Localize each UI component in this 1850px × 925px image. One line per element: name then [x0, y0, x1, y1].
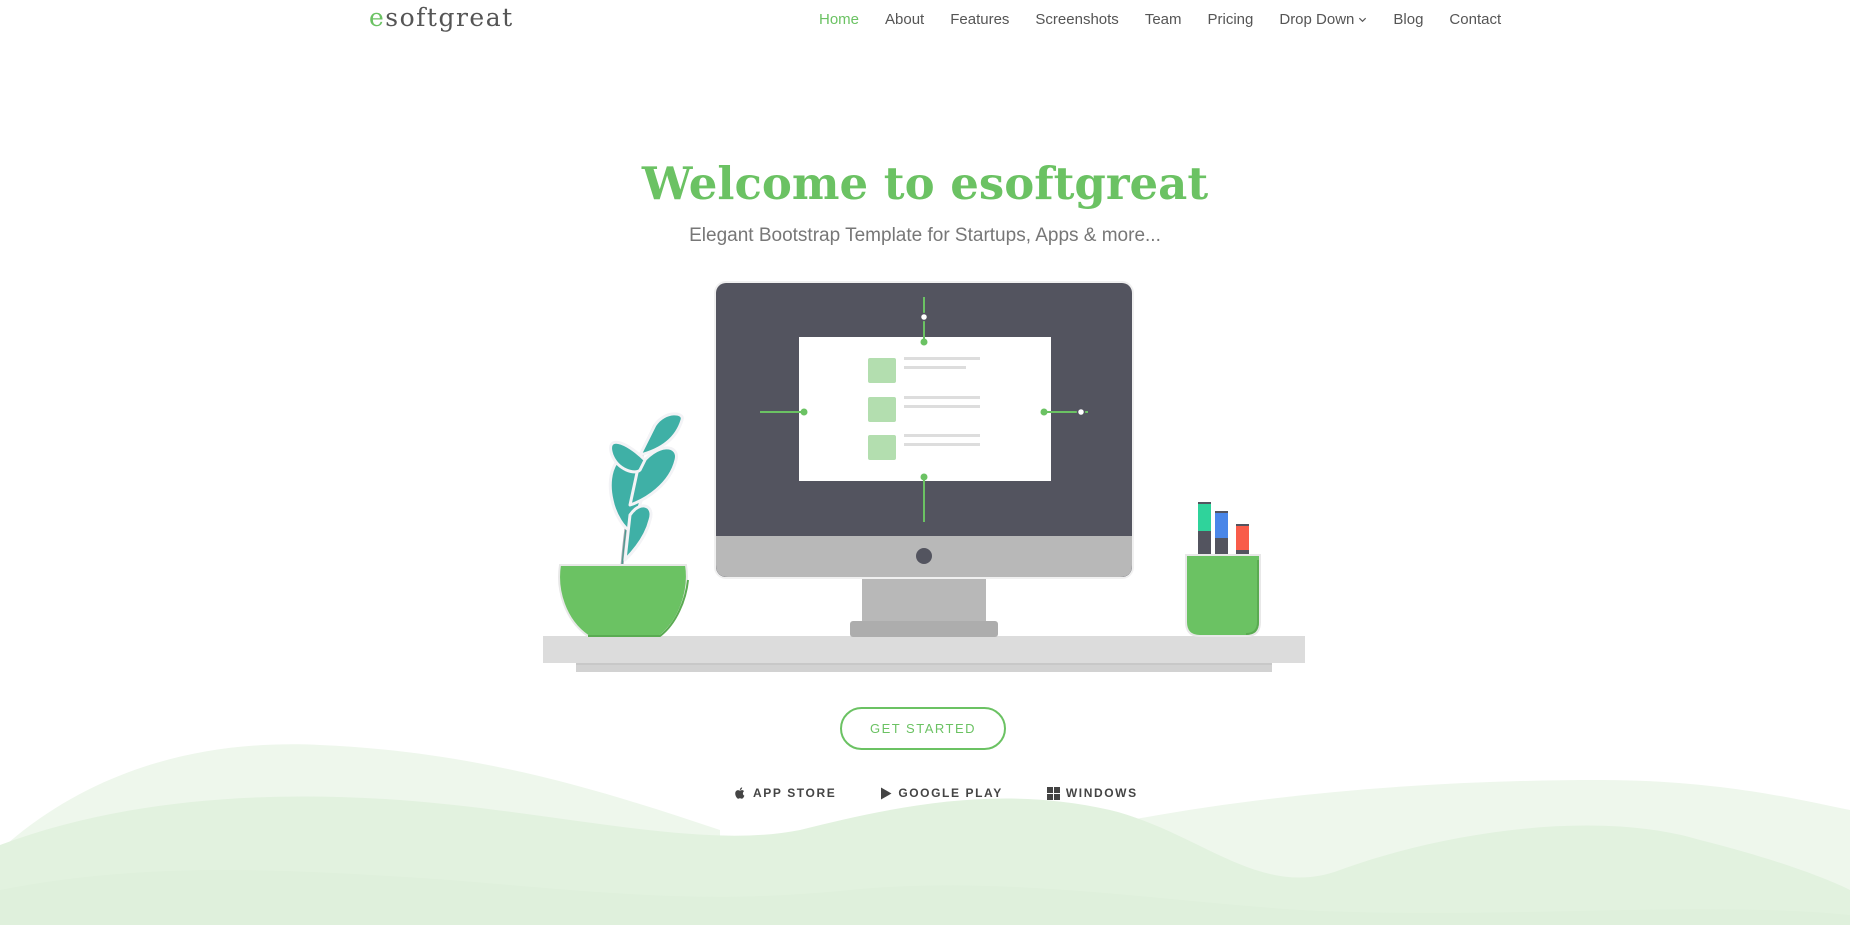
desk-icon [543, 636, 1305, 672]
windows-label: WINDOWS [1065, 786, 1138, 800]
nav-item-screenshots[interactable]: Screenshots [1035, 11, 1118, 28]
store-links: APP STORE GOOGLE PLAY WINDOWS [734, 786, 1138, 800]
chevron-down-icon [1359, 17, 1367, 23]
hero-illustration [543, 281, 1305, 672]
nav-item-team[interactable]: Team [1145, 11, 1182, 28]
hero-subtitle: Elegant Bootstrap Template for Startups,… [689, 225, 1161, 246]
windows-link[interactable]: WINDOWS [1046, 786, 1138, 800]
hero-title: Welcome to esoftgreat [641, 157, 1209, 210]
site-header: esoftgreat Home About Features Screensho… [0, 0, 1850, 40]
nav-item-dropdown-label: Drop Down [1279, 11, 1355, 28]
windows-icon [1046, 786, 1060, 800]
nav-item-about[interactable]: About [885, 11, 924, 28]
apple-icon [735, 787, 745, 799]
pen-cup-icon [1185, 502, 1261, 637]
plant-icon [558, 412, 689, 637]
logo-first-letter: e [369, 3, 386, 32]
google-play-label: GOOGLE PLAY [898, 786, 1003, 800]
logo-text: softgreat [385, 3, 514, 32]
nav-item-blog[interactable]: Blog [1393, 11, 1423, 28]
site-logo[interactable]: esoftgreat [369, 3, 514, 32]
app-store-link[interactable]: APP STORE [734, 786, 836, 800]
nav-item-home[interactable]: Home [819, 11, 859, 28]
get-started-button[interactable]: GET STARTED [840, 707, 1006, 750]
play-icon [881, 787, 892, 799]
google-play-link[interactable]: GOOGLE PLAY [880, 786, 1003, 800]
nav-item-pricing[interactable]: Pricing [1208, 11, 1254, 28]
nav-item-features[interactable]: Features [950, 11, 1009, 28]
main-nav: Home About Features Screenshots Team Pri… [819, 11, 1501, 28]
nav-item-contact[interactable]: Contact [1449, 11, 1501, 28]
monitor-icon [714, 281, 1134, 637]
nav-item-dropdown[interactable]: Drop Down [1279, 11, 1367, 28]
app-store-label: APP STORE [753, 786, 837, 800]
